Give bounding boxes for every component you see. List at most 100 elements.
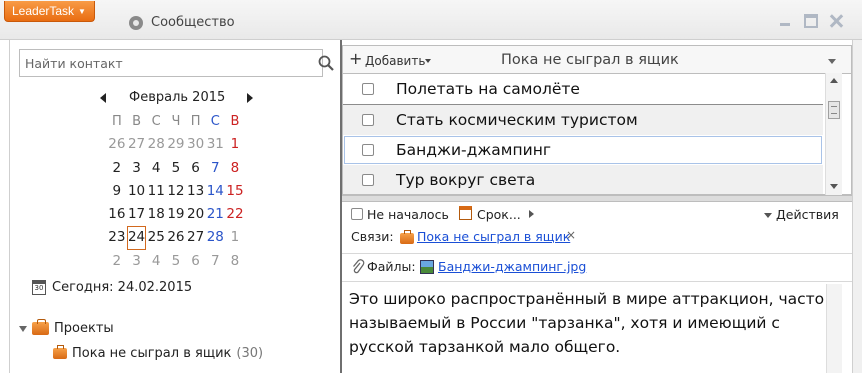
files-row: Файлы: Банджи-джампинг.jpg (342, 257, 852, 277)
task-row[interactable]: Тур вокруг света (343, 165, 823, 194)
calendar-day[interactable]: 5 (166, 157, 186, 180)
calendar-month[interactable]: Февраль 2015 (129, 90, 225, 105)
task-row[interactable]: Стать космическим туристом (343, 105, 823, 135)
search-icon[interactable] (318, 55, 334, 71)
task-notes[interactable]: Это широко распространённый в мире аттра… (349, 287, 839, 359)
calendar-day[interactable]: 3 (127, 157, 147, 180)
calendar-day[interactable]: 6 (186, 250, 206, 273)
task-title: Банджи-джампинг (396, 141, 551, 159)
calendar-day[interactable]: 27 (186, 226, 206, 249)
chevron-down-icon[interactable] (425, 59, 431, 63)
notes-scrollbar[interactable] (826, 284, 842, 373)
calendar-day[interactable]: 26 (107, 133, 127, 156)
calendar-day[interactable]: 19 (166, 203, 186, 226)
calendar-day[interactable]: 7 (205, 157, 225, 180)
calendar-day[interactable]: 21 (205, 203, 225, 226)
maximize-icon[interactable] (804, 14, 818, 28)
actions-button[interactable]: Действия (776, 207, 839, 222)
project-item[interactable]: Пока не сыграл в ящик (30) (53, 345, 264, 361)
calendar-day[interactable]: 1 (225, 133, 245, 156)
briefcase-icon (400, 230, 414, 244)
add-button[interactable]: Добавить (365, 54, 425, 68)
task-title: Полетать на самолёте (396, 80, 580, 98)
calendar-day[interactable]: 31 (205, 133, 225, 156)
calendar-day[interactable]: 27 (127, 133, 147, 156)
calendar-day[interactable]: 23 (107, 226, 127, 249)
calendar-day[interactable]: 30 (186, 133, 206, 156)
calendar-day[interactable]: 9 (107, 180, 127, 203)
chevron-down-icon: ▼ (78, 6, 86, 16)
chevron-right-icon[interactable] (529, 210, 534, 218)
project-count: (30) (236, 346, 264, 361)
weekday-label: В (230, 114, 240, 129)
divider (342, 253, 852, 254)
scroll-thumb[interactable] (828, 101, 840, 119)
calendar-day[interactable]: 17 (127, 203, 147, 226)
calendar-next-icon[interactable] (247, 93, 253, 103)
weekday-label: С (151, 114, 161, 129)
chevron-down-icon[interactable] (764, 213, 772, 218)
task-checkbox[interactable] (362, 114, 374, 126)
calendar-day[interactable]: 4 (146, 250, 166, 273)
title-bar: LeaderTask ▼ Сообщество (0, 0, 862, 40)
weekday-label: Ч (171, 114, 181, 129)
status-label[interactable]: Не началось (367, 207, 449, 222)
scroll-up-icon[interactable] (830, 78, 838, 83)
calendar-day[interactable]: 16 (107, 203, 127, 226)
link-project[interactable]: Пока не сыграл в ящик (417, 229, 570, 244)
calendar-day[interactable]: 10 (127, 180, 147, 203)
task-title: Стать космическим туристом (396, 111, 638, 129)
calendar-day[interactable]: 3 (127, 250, 147, 273)
calendar-day[interactable]: 8 (225, 157, 245, 180)
calendar-day[interactable]: 28 (205, 226, 225, 249)
list-toolbar: + Добавить Пока не сыграл в ящик (342, 45, 852, 73)
calendar-day[interactable]: 25 (146, 226, 166, 249)
calendar-day[interactable]: 29 (166, 133, 186, 156)
app-menu-button[interactable]: LeaderTask ▼ (4, 1, 95, 22)
calendar-prev-icon[interactable] (100, 93, 106, 103)
task-row[interactable]: Полетать на самолёте (343, 74, 823, 104)
minimize-icon[interactable] (778, 14, 792, 28)
calendar-day[interactable]: 11 (146, 180, 166, 203)
expand-icon[interactable] (19, 325, 27, 332)
calendar-day[interactable]: 18 (146, 203, 166, 226)
calendar-day[interactable]: 20 (186, 203, 206, 226)
calendar-day[interactable]: 13 (186, 180, 206, 203)
calendar-day[interactable]: 12 (166, 180, 186, 203)
task-checkbox[interactable] (362, 174, 374, 186)
status-checkbox[interactable] (351, 208, 363, 220)
calendar-day[interactable]: 15 (225, 180, 245, 203)
calendar-day[interactable]: 28 (146, 133, 166, 156)
calendar-day[interactable]: 2 (107, 157, 127, 180)
projects-group[interactable]: Проекты (19, 319, 114, 336)
today-link[interactable]: 30 Сегодня: 24.02.2015 (32, 280, 192, 295)
paperclip-icon[interactable] (351, 259, 365, 275)
calendar-day[interactable]: 4 (146, 157, 166, 180)
calendar-icon[interactable] (459, 206, 472, 220)
calendar-day-today[interactable]: 24 (126, 226, 147, 250)
calendar-day[interactable]: 14 (205, 180, 225, 203)
task-checkbox[interactable] (362, 83, 374, 95)
calendar-day[interactable]: 1 (225, 226, 245, 249)
task-checkbox[interactable] (362, 144, 374, 156)
scroll-down-icon[interactable] (830, 184, 838, 189)
close-icon[interactable] (829, 14, 843, 28)
calendar-day[interactable]: 26 (166, 226, 186, 249)
plus-icon[interactable]: + (349, 51, 362, 67)
calendar-day[interactable]: 8 (225, 250, 245, 273)
pane-splitter[interactable] (342, 195, 852, 202)
calendar-day[interactable]: 2 (107, 250, 127, 273)
chevron-down-icon[interactable] (828, 59, 836, 64)
calendar-icon: 30 (32, 280, 46, 295)
calendar-day[interactable]: 7 (205, 250, 225, 273)
remove-link-icon[interactable]: × (566, 228, 576, 242)
due-date-button[interactable]: Срок... (477, 207, 521, 222)
task-row-selected[interactable]: Банджи-джампинг (343, 135, 823, 165)
contact-search-input[interactable] (20, 50, 322, 76)
calendar-day[interactable]: 6 (186, 157, 206, 180)
community-link[interactable]: Сообщество (129, 15, 235, 30)
file-link[interactable]: Банджи-джампинг.jpg (438, 259, 586, 274)
task-list-scrollbar[interactable] (825, 73, 842, 195)
calendar-day[interactable]: 5 (166, 250, 186, 273)
calendar-day[interactable]: 22 (225, 203, 245, 226)
